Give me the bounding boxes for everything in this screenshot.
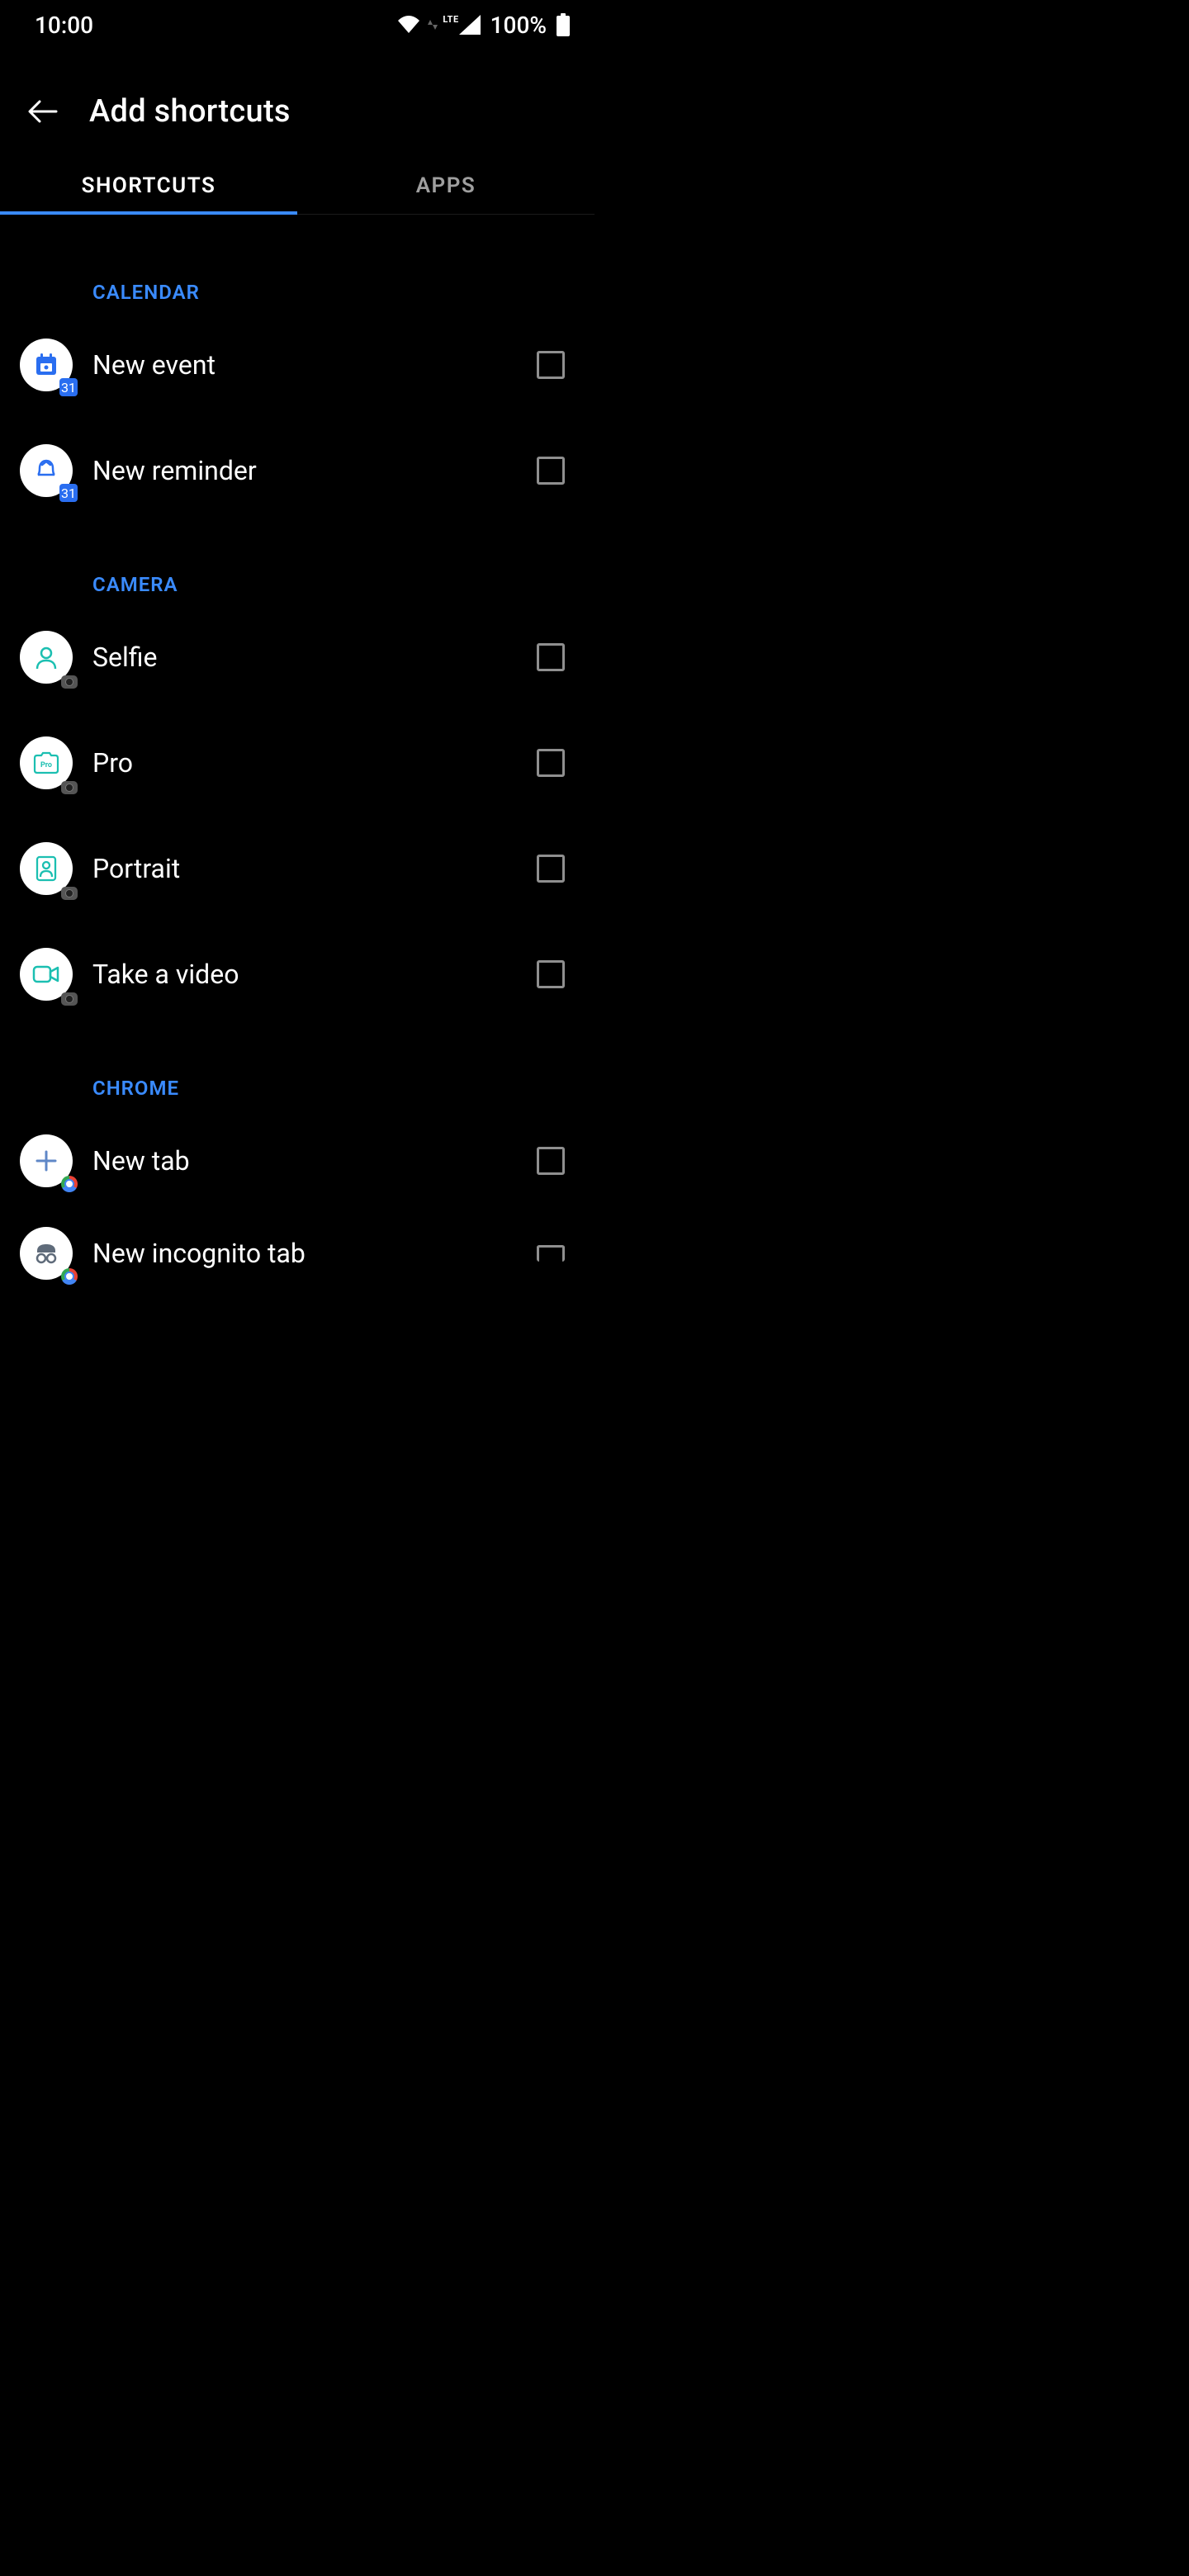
battery-text: 100% xyxy=(490,12,547,39)
reminder-icon: 31 xyxy=(20,444,73,497)
svg-text:Pro: Pro xyxy=(40,761,52,769)
pro-icon: Pro xyxy=(20,736,73,789)
video-icon xyxy=(20,948,73,1001)
section-header-camera: CAMERA xyxy=(0,523,594,604)
row-label: Selfie xyxy=(92,642,537,673)
page-title: Add shortcuts xyxy=(89,93,291,130)
row-label: New event xyxy=(92,349,537,381)
checkbox-portrait[interactable] xyxy=(537,855,565,883)
tab-apps[interactable]: APPS xyxy=(297,157,594,214)
lte-label: LTE xyxy=(443,14,458,25)
checkbox-take-video[interactable] xyxy=(537,960,565,988)
camera-badge-icon xyxy=(61,992,78,1006)
portrait-icon xyxy=(20,842,73,895)
tab-shortcuts-label: SHORTCUTS xyxy=(82,173,216,198)
checkbox-new-tab[interactable] xyxy=(537,1147,565,1175)
status-time: 10:00 xyxy=(35,12,93,39)
back-button[interactable] xyxy=(25,93,61,130)
checkbox-pro[interactable] xyxy=(537,749,565,777)
wifi-arrows-icon xyxy=(428,15,438,35)
camera-badge-icon xyxy=(61,887,78,900)
shortcut-row-new-reminder[interactable]: 31 New reminder xyxy=(0,418,594,523)
shortcut-row-portrait[interactable]: Portrait xyxy=(0,816,594,921)
chrome-badge-icon xyxy=(61,1268,78,1285)
calendar-event-icon: 31 xyxy=(20,339,73,391)
section-header-chrome: CHROME xyxy=(0,1027,594,1108)
row-label: New tab xyxy=(92,1145,537,1177)
battery-icon xyxy=(557,13,570,36)
new-tab-icon xyxy=(20,1134,73,1187)
tabs: SHORTCUTS APPS xyxy=(0,157,594,215)
status-right: LTE 100% xyxy=(396,12,570,39)
tab-shortcuts[interactable]: SHORTCUTS xyxy=(0,157,297,214)
shortcut-row-pro[interactable]: Pro Pro xyxy=(0,710,594,816)
header: Add shortcuts xyxy=(0,66,594,157)
row-label: New reminder xyxy=(92,455,537,486)
incognito-icon xyxy=(20,1227,73,1280)
arrow-left-icon xyxy=(28,97,58,126)
signal-icon xyxy=(459,15,481,35)
selfie-icon xyxy=(20,631,73,684)
camera-badge-icon xyxy=(61,675,78,689)
shortcut-row-selfie[interactable]: Selfie xyxy=(0,604,594,710)
chrome-badge-icon xyxy=(61,1176,78,1192)
shortcut-row-new-event[interactable]: 31 New event xyxy=(0,312,594,418)
camera-badge-icon xyxy=(61,781,78,794)
shortcut-row-incognito-tab[interactable]: New incognito tab xyxy=(0,1214,594,1293)
row-label: Take a video xyxy=(92,959,537,990)
checkbox-selfie[interactable] xyxy=(537,643,565,671)
checkbox-new-reminder[interactable] xyxy=(537,457,565,485)
checkbox-new-event[interactable] xyxy=(537,351,565,379)
calendar-badge-icon: 31 xyxy=(59,378,78,396)
wifi-icon xyxy=(396,15,421,35)
status-bar: 10:00 LTE 100% xyxy=(0,0,594,50)
row-label: New incognito tab xyxy=(92,1238,537,1269)
section-header-calendar: CALENDAR xyxy=(0,215,594,312)
checkbox-incognito-tab[interactable] xyxy=(537,1245,565,1262)
shortcut-row-take-video[interactable]: Take a video xyxy=(0,921,594,1027)
row-label: Portrait xyxy=(92,853,537,884)
shortcut-row-new-tab[interactable]: New tab xyxy=(0,1108,594,1214)
tab-apps-label: APPS xyxy=(416,173,476,198)
calendar-badge-icon: 31 xyxy=(59,484,78,502)
row-label: Pro xyxy=(92,747,537,779)
